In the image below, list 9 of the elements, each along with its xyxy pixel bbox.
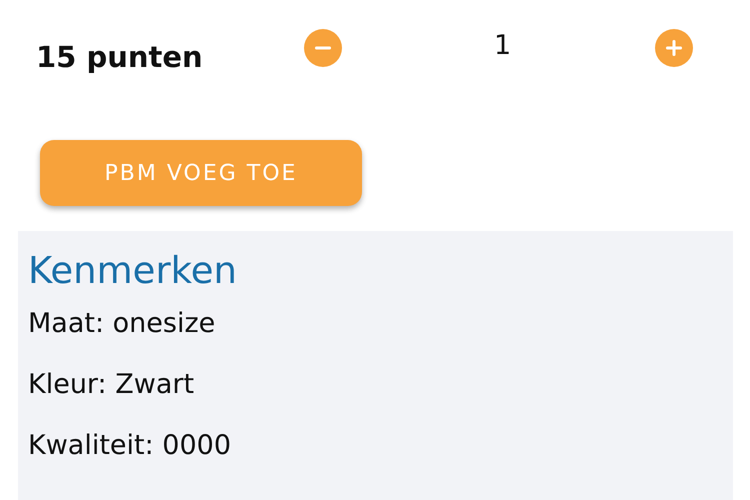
minus-icon[interactable] — [304, 29, 342, 67]
feature-text: Maat: onesize — [28, 308, 216, 339]
points-label: 15 punten — [36, 40, 204, 74]
feature-text: Kwaliteit: 0000 — [28, 430, 232, 461]
quantity-value: 1 — [494, 30, 512, 61]
section-title: Kenmerken — [28, 249, 238, 292]
add-button[interactable]: PBM VOEG TOE — [40, 140, 362, 206]
plus-icon[interactable] — [655, 29, 693, 67]
feature-text: Kleur: Zwart — [28, 369, 196, 400]
